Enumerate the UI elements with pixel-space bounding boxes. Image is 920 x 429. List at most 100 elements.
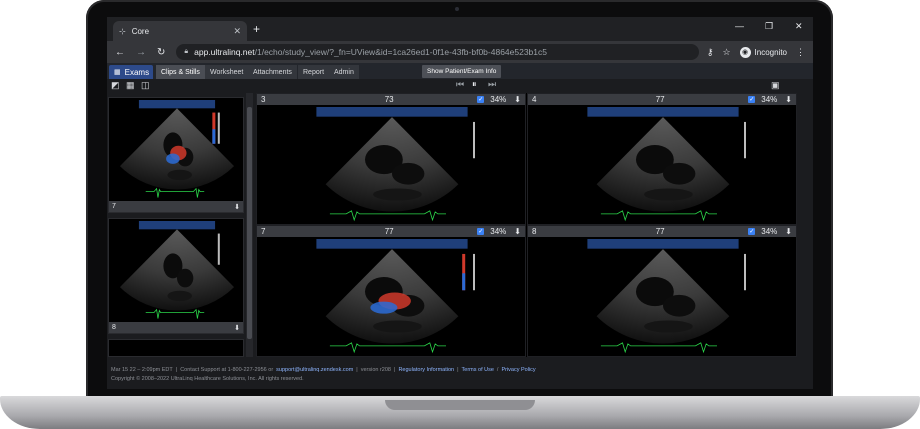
next-icon[interactable]: ⏭ [488,79,496,90]
expand-icon[interactable]: ◩ [111,80,120,91]
footer-date: Mar 15 22 – 2:09pm EDT [111,367,173,373]
close-icon[interactable]: ✕ [233,26,241,37]
thumbnail-list: 7 ⬇ 8 ⬇ [107,93,245,357]
chamber [167,290,192,302]
select-checkbox[interactable]: ✓ [748,96,756,103]
url-input[interactable]: 🔒︎ app.ultralinq.net/1/echo/study_view/?… [176,44,699,60]
frame-number: 73 [384,95,394,104]
browser-tab[interactable]: ⊹ Core ✕ [113,21,247,41]
chamber [177,268,194,288]
tab-admin[interactable]: Admin [329,65,359,79]
reload-icon[interactable]: ↻ [157,47,165,58]
thumbnail[interactable]: 7 ⬇ [108,97,244,213]
gray-scale [217,112,220,144]
scroll-thumb[interactable] [247,107,252,339]
thumbnail[interactable]: 8 ⬇ [108,218,244,334]
chamber [663,162,696,185]
gray-scale [473,121,475,159]
gray-scale [744,253,746,291]
ecg-trace [145,187,205,198]
regulatory-link[interactable]: Regulatory Information [398,366,454,375]
chamber [663,294,696,317]
thumbnail-scrollbar[interactable] [246,93,253,357]
footer-support-text: Contact Support at 1-800-227-2956 or [180,367,274,373]
restore-icon[interactable]: ❐ [765,21,773,32]
pause-icon[interactable]: ⏸ [472,79,477,90]
address-toolbar: ← → ↻ 🔒︎ app.ultralinq.net/1/echo/study_… [107,41,813,63]
grid-layout-icon[interactable]: ▦ [126,80,135,91]
support-email-link[interactable]: support@ultralinq.zendesk.com [276,366,353,375]
tab-report[interactable]: Report [298,65,330,79]
tab-clips-stills[interactable]: Clips & Stills [156,65,205,79]
color-scale [212,129,216,144]
tab-title: Core [131,26,150,36]
download-icon[interactable]: ⬇ [514,95,521,104]
color-scale [462,273,466,291]
ecg-trace [329,342,446,354]
exams-button[interactable]: ▦ Exams [109,65,153,79]
select-checkbox[interactable]: ✓ [477,228,485,235]
chamber [373,320,422,333]
info-strip [316,107,468,117]
download-icon[interactable]: ⬇ [514,227,521,236]
zoom-level: 34% [761,227,778,236]
info-strip [587,239,739,249]
select-checkbox[interactable]: ✓ [477,96,485,103]
back-icon[interactable]: ← [115,47,125,58]
forward-icon[interactable]: → [136,47,146,58]
download-icon[interactable]: ⬇ [785,95,792,104]
zoom-level: 34% [490,95,507,104]
download-icon[interactable]: ⬇ [234,324,240,332]
echo-image [119,100,235,198]
laptop: ⊹ Core ✕ + — ❐ ✕ ← → ↻ 🔒︎ app.ultralinq.… [0,0,920,429]
chamber [373,188,422,201]
show-patient-info-button[interactable]: Show Patient/Exam Info [422,65,502,78]
clip-pane[interactable]: 4 77 ✓ 34% ⬇ [527,93,797,225]
echo-image [316,107,475,222]
zoom-level: 34% [490,227,507,236]
url-host: app.ultralinq.net [194,47,255,57]
previous-icon[interactable]: ⏮ [456,79,464,90]
new-tab-button[interactable]: + [253,22,260,36]
clip-pane[interactable]: 7 77 ✓ 34% ⬇ [256,225,526,357]
menu-dots-icon[interactable]: ⋮ [796,47,805,58]
clip-number: 8 [532,227,537,236]
thumbnail[interactable] [108,339,244,357]
screen: ⊹ Core ✕ + — ❐ ✕ ← → ↻ 🔒︎ app.ultralinq.… [107,17,813,389]
minimize-icon[interactable]: — [735,21,744,31]
grid-icon: ▦ [114,69,121,76]
echo-image [119,221,235,319]
gray-scale [473,253,475,291]
echo-image [587,239,746,354]
app-nav: ▦ Exams Clips & Stills Worksheet Attachm… [107,63,813,79]
echo-image [587,107,746,222]
clip-pane[interactable]: 8 77 ✓ 34% ⬇ [527,225,797,357]
clip-number: 7 [261,227,266,236]
briefcase-icon[interactable]: ▣ [771,80,780,91]
lock-icon: 🔒︎ [184,48,189,55]
doppler-blue [166,153,180,164]
star-icon[interactable]: ☆ [722,47,730,58]
incognito-indicator[interactable]: ◉ Incognito [739,46,787,58]
window-close-icon[interactable]: ✕ [795,21,803,32]
ecg-trace [600,210,717,222]
tab-attachments[interactable]: Attachments [248,65,297,79]
frame-number: 77 [384,227,394,236]
browser-tabbar: ⊹ Core ✕ + — ❐ ✕ [107,17,813,41]
clip-pane[interactable]: 3 73 ✓ 34% ⬇ [256,93,526,225]
camera-dot [455,7,459,11]
select-checkbox[interactable]: ✓ [748,228,756,235]
privacy-link[interactable]: Privacy Policy [501,366,535,375]
thumbnail-number: 7 [112,203,116,210]
zoom-level: 34% [761,95,778,104]
download-icon[interactable]: ⬇ [785,227,792,236]
incognito-icon: ◉ [739,46,751,58]
tab-worksheet[interactable]: Worksheet [205,65,249,79]
chamber [392,162,425,185]
sidebar-layout-icon[interactable]: ◫ [141,80,150,91]
key-icon[interactable]: ⚷ [707,47,714,58]
download-icon[interactable]: ⬇ [234,203,240,211]
info-strip [138,100,216,109]
gray-scale [744,121,746,159]
terms-link[interactable]: Terms of Use [462,366,494,375]
